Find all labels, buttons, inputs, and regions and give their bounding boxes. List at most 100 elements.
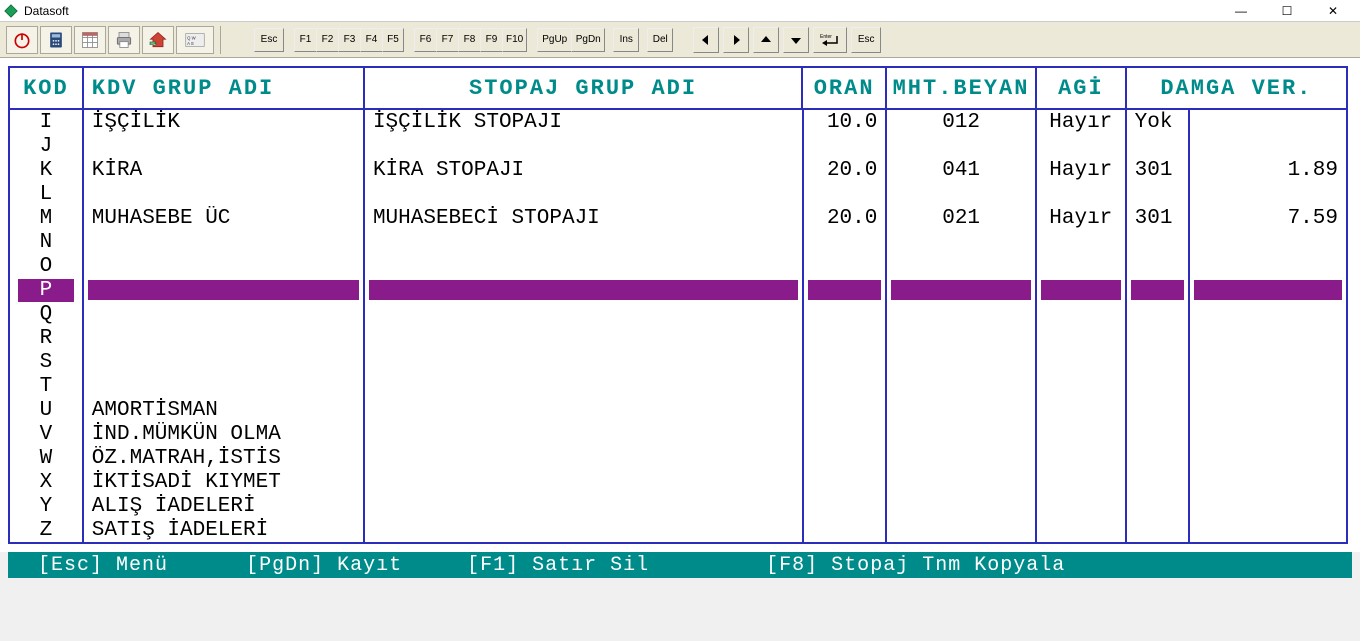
cell-mht[interactable] [887, 470, 1035, 494]
cell-damga1[interactable] [1127, 230, 1189, 254]
cell-mht[interactable] [887, 230, 1035, 254]
cell-damga1[interactable] [1127, 350, 1189, 374]
kod-letter-Z[interactable]: Z [18, 519, 74, 542]
keyboard-icon[interactable]: Q WA S [176, 26, 214, 54]
cell-damga2[interactable] [1190, 494, 1346, 518]
cell-oran[interactable] [804, 254, 886, 278]
cell-oran[interactable] [804, 422, 886, 446]
cell-oran[interactable] [804, 230, 886, 254]
cell-stopaj[interactable]: MUHASEBECİ STOPAJI [365, 206, 802, 230]
cell-kdv[interactable]: İŞÇİLİK [84, 110, 363, 134]
highlight-cell[interactable] [88, 280, 359, 300]
cell-agi[interactable] [1037, 134, 1125, 158]
cell-stopaj[interactable] [365, 302, 802, 326]
cell-stopaj[interactable] [365, 134, 802, 158]
cell-mht[interactable]: 021 [887, 206, 1035, 230]
cell-damga2[interactable]: 1.89 [1190, 158, 1346, 182]
key-f1[interactable]: F1 [294, 28, 316, 52]
cell-damga2[interactable]: 7.59 [1190, 206, 1346, 230]
key-ins[interactable]: Ins [613, 28, 639, 52]
arrow-left-button[interactable] [693, 27, 719, 53]
cell-damga2[interactable] [1190, 326, 1346, 350]
enter-button[interactable]: Enter [813, 27, 847, 53]
cell-agi[interactable] [1037, 326, 1125, 350]
cell-mht[interactable] [887, 134, 1035, 158]
cell-mht[interactable] [887, 254, 1035, 278]
cell-damga2[interactable] [1190, 398, 1346, 422]
cell-kdv[interactable] [84, 254, 363, 278]
cell-damga1[interactable] [1127, 494, 1189, 518]
cell-kdv[interactable]: ÖZ.MATRAH,İSTİS [84, 446, 363, 470]
cell-damga1[interactable] [1127, 422, 1189, 446]
cell-oran[interactable]: 10.0 [804, 110, 886, 134]
cell-oran[interactable] [804, 326, 886, 350]
cell-agi[interactable] [1037, 494, 1125, 518]
cell-mht[interactable] [887, 302, 1035, 326]
cell-oran[interactable] [804, 182, 886, 206]
power-icon[interactable] [6, 26, 38, 54]
cell-stopaj[interactable] [365, 230, 802, 254]
key-f2[interactable]: F2 [316, 28, 338, 52]
key-f5[interactable]: F5 [382, 28, 404, 52]
cell-damga1[interactable] [1127, 446, 1189, 470]
key-esc[interactable]: Esc [254, 28, 284, 52]
cell-kdv[interactable] [84, 134, 363, 158]
cell-stopaj[interactable] [365, 518, 802, 542]
cell-damga1[interactable] [1127, 518, 1189, 542]
arrow-right-button[interactable] [723, 27, 749, 53]
cell-kdv[interactable] [84, 350, 363, 374]
window-minimize-button[interactable]: — [1218, 0, 1264, 22]
cell-agi[interactable]: Hayır [1037, 206, 1125, 230]
esc-button[interactable]: Esc [851, 27, 881, 53]
cell-oran[interactable]: 20.0 [804, 206, 886, 230]
cell-agi[interactable] [1037, 518, 1125, 542]
cell-kdv[interactable]: İKTİSADİ KIYMET [84, 470, 363, 494]
cell-damga2[interactable] [1190, 518, 1346, 542]
cell-stopaj[interactable]: KİRA STOPAJI [365, 158, 802, 182]
cell-stopaj[interactable] [365, 494, 802, 518]
cell-agi[interactable] [1037, 302, 1125, 326]
cell-kdv[interactable] [84, 374, 363, 398]
kod-letter-O[interactable]: O [18, 255, 74, 278]
highlight-cell[interactable] [891, 280, 1031, 300]
grid-icon[interactable] [74, 26, 106, 54]
cell-stopaj[interactable] [365, 398, 802, 422]
cell-kdv[interactable] [84, 230, 363, 254]
printer-icon[interactable] [108, 26, 140, 54]
cell-damga2[interactable] [1190, 422, 1346, 446]
arrow-up-button[interactable] [753, 27, 779, 53]
cell-agi[interactable] [1037, 422, 1125, 446]
kod-letter-P[interactable]: P [18, 279, 74, 302]
cell-damga1[interactable] [1127, 182, 1189, 206]
window-maximize-button[interactable]: ☐ [1264, 0, 1310, 22]
cell-oran[interactable] [804, 494, 886, 518]
cell-damga1[interactable] [1127, 254, 1189, 278]
cell-stopaj[interactable] [365, 374, 802, 398]
cell-mht[interactable] [887, 182, 1035, 206]
cell-damga1[interactable] [1127, 470, 1189, 494]
cell-mht[interactable] [887, 518, 1035, 542]
cell-oran[interactable] [804, 302, 886, 326]
highlight-cell[interactable] [808, 280, 882, 300]
cell-damga2[interactable] [1190, 110, 1346, 134]
cell-mht[interactable] [887, 494, 1035, 518]
arrow-down-button[interactable] [783, 27, 809, 53]
kod-letter-L[interactable]: L [18, 183, 74, 206]
cell-damga2[interactable] [1190, 230, 1346, 254]
highlight-cell[interactable] [1041, 280, 1121, 300]
cell-agi[interactable] [1037, 470, 1125, 494]
key-f6[interactable]: F6 [414, 28, 436, 52]
cell-stopaj[interactable] [365, 350, 802, 374]
key-f9[interactable]: F9 [480, 28, 502, 52]
kod-letter-Y[interactable]: Y [18, 495, 74, 518]
cell-stopaj[interactable] [365, 254, 802, 278]
cell-agi[interactable] [1037, 398, 1125, 422]
cell-kdv[interactable] [84, 326, 363, 350]
cell-damga1[interactable]: 301 [1127, 206, 1189, 230]
cell-kdv[interactable]: MUHASEBE ÜC [84, 206, 363, 230]
cell-damga2[interactable] [1190, 374, 1346, 398]
kod-letter-X[interactable]: X [18, 471, 74, 494]
cell-mht[interactable] [887, 446, 1035, 470]
kod-letter-S[interactable]: S [18, 351, 74, 374]
cell-mht[interactable]: 041 [887, 158, 1035, 182]
